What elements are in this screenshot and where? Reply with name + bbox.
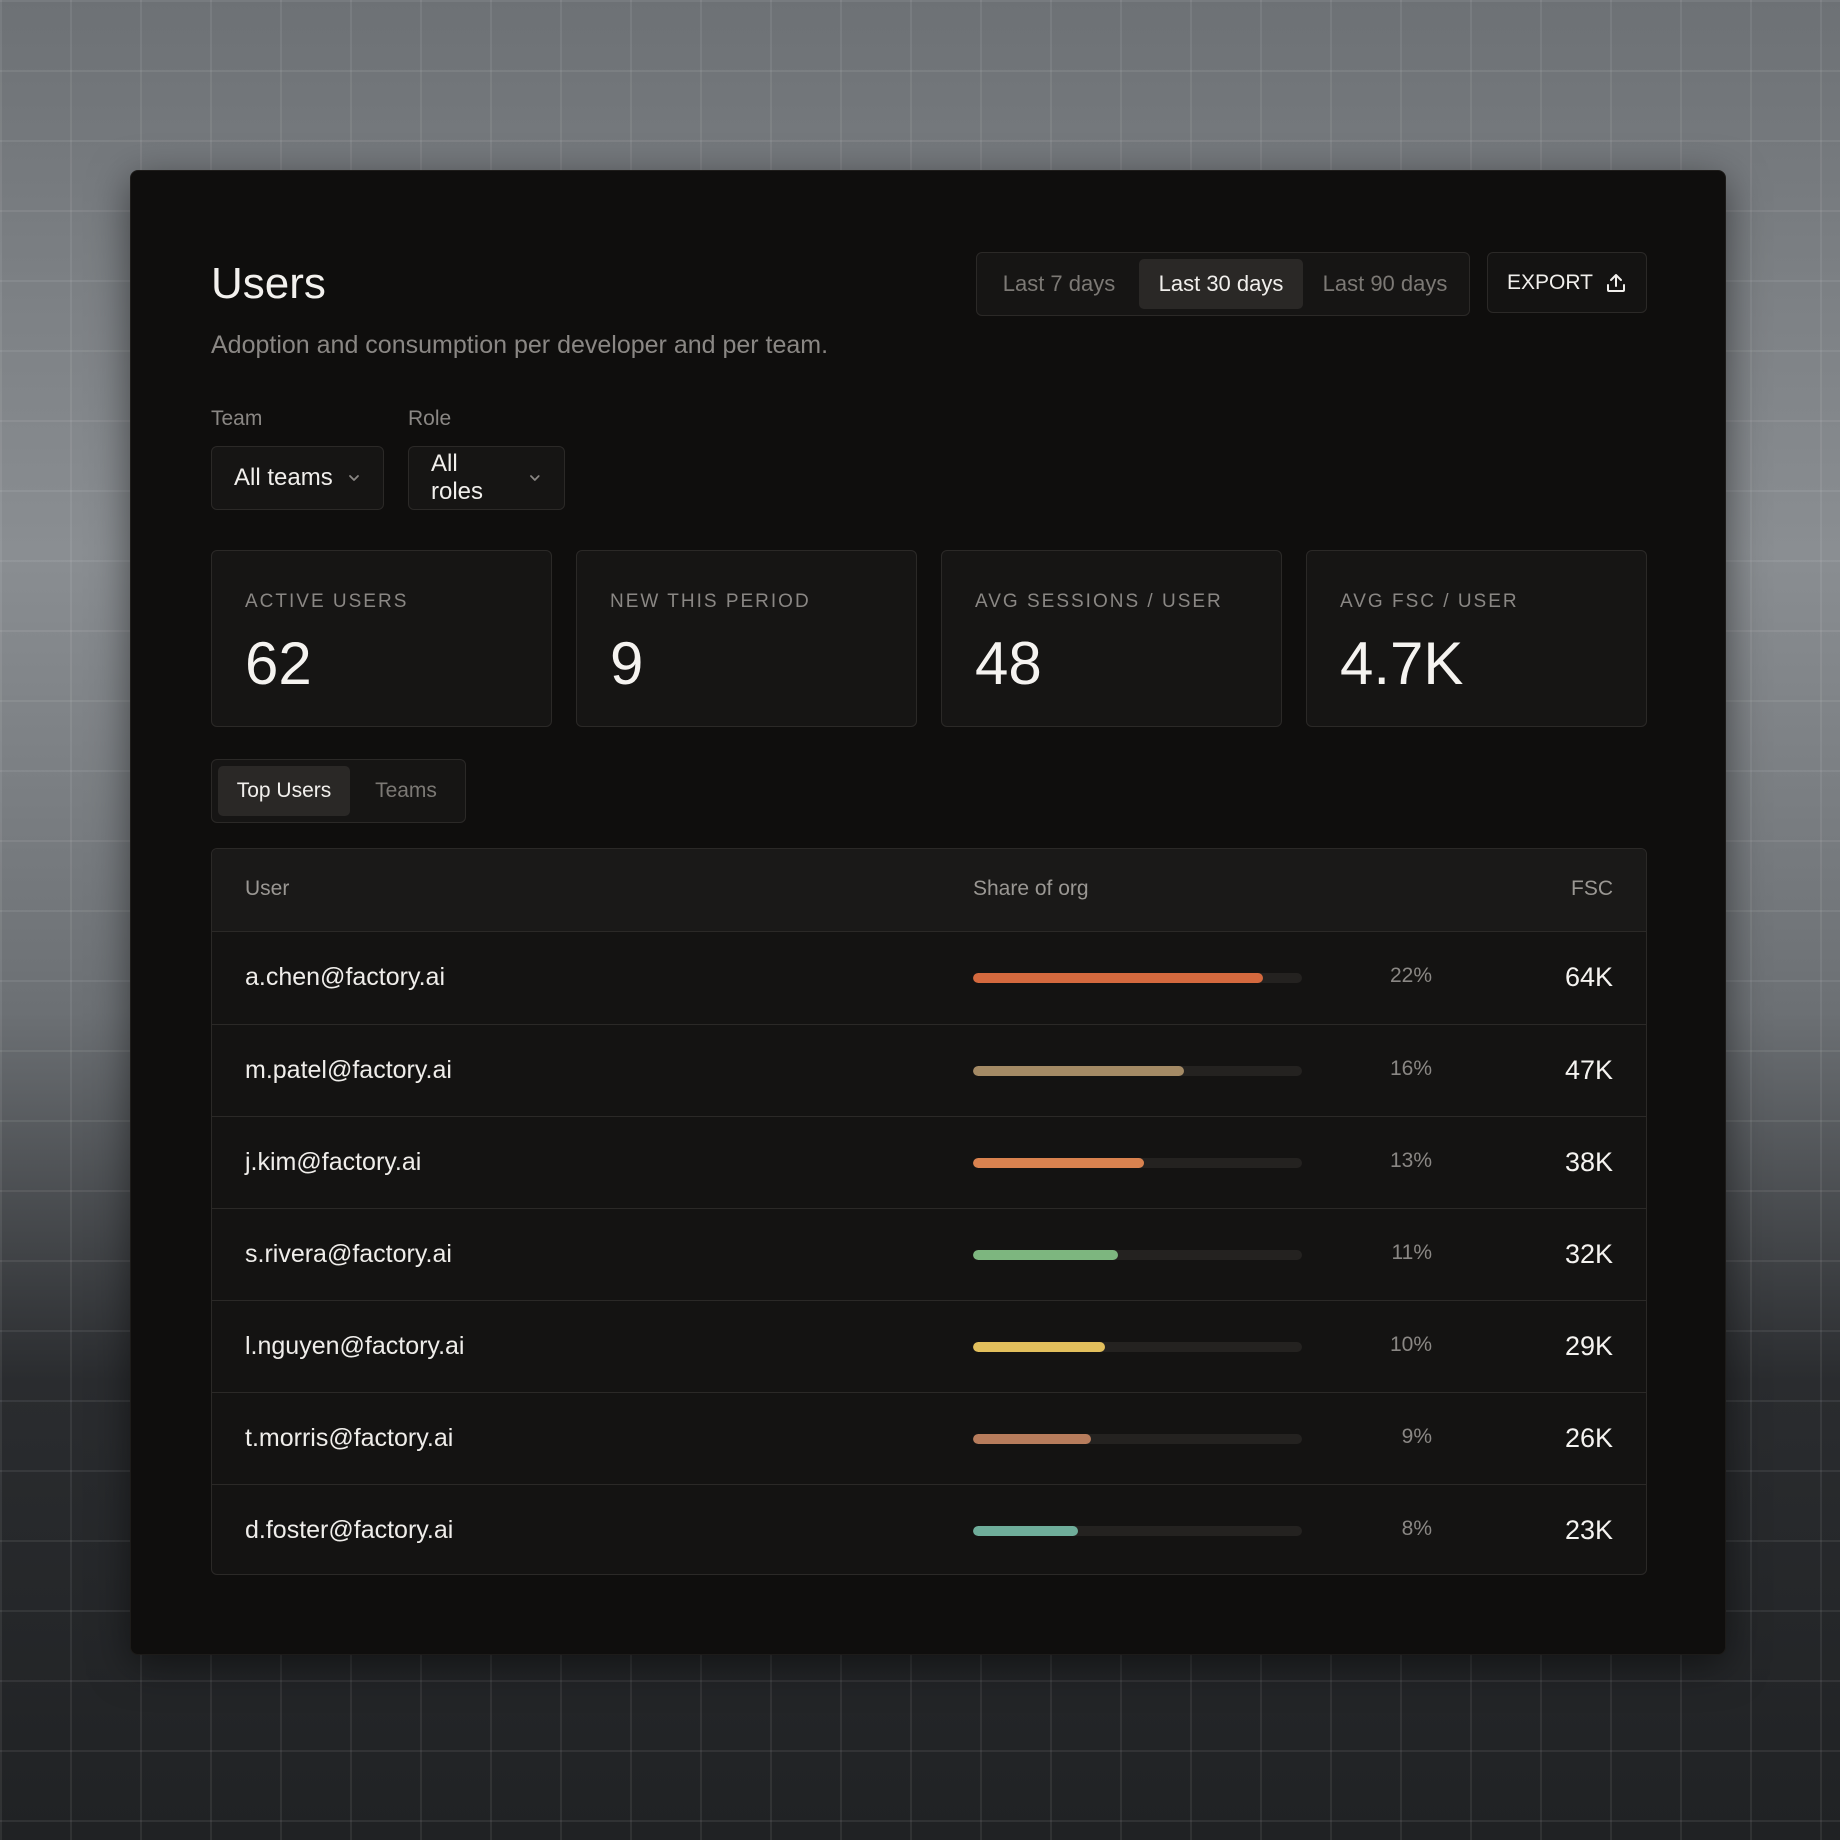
team-filter-label: Team — [211, 407, 263, 430]
table-row[interactable]: a.chen@factory.ai 22% 64K — [212, 932, 1646, 1024]
user-email: d.foster@factory.ai — [245, 1516, 454, 1544]
column-header-share[interactable]: Share of org — [973, 877, 1089, 901]
user-email: s.rivera@factory.ai — [245, 1240, 452, 1268]
share-bar-fill — [973, 1158, 1145, 1168]
share-bar — [973, 973, 1302, 983]
share-percent: 9% — [1401, 1425, 1432, 1448]
share-bar — [973, 1250, 1302, 1260]
stat-label: NEW THIS PERIOD — [610, 591, 811, 612]
view-tabs: Top Users Teams — [211, 759, 466, 823]
page-title: Users — [211, 259, 326, 308]
share-bar-fill — [973, 973, 1263, 983]
range-7-days-button[interactable]: Last 7 days — [983, 259, 1135, 309]
stat-value: 4.7K — [1340, 630, 1464, 697]
chevron-down-icon — [530, 475, 540, 481]
share-bar-fill — [973, 1066, 1184, 1076]
user-email: j.kim@factory.ai — [245, 1148, 422, 1176]
chevron-down-icon — [348, 475, 359, 481]
user-email: l.nguyen@factory.ai — [245, 1332, 465, 1360]
fsc-value: 38K — [1564, 1147, 1613, 1177]
share-percent: 16% — [1389, 1057, 1432, 1080]
stat-label: ACTIVE USERS — [245, 591, 409, 612]
fsc-value: 23K — [1564, 1515, 1613, 1545]
export-button[interactable]: EXPORT — [1487, 252, 1647, 313]
share-bar-fill — [973, 1250, 1118, 1260]
share-percent: 11% — [1391, 1241, 1432, 1264]
table-row[interactable]: s.rivera@factory.ai 11% 32K — [212, 1208, 1646, 1300]
share-bar-fill — [973, 1434, 1092, 1444]
stat-label: AVG SESSIONS / USER — [975, 591, 1223, 612]
date-range-selector: Last 7 days Last 30 days Last 90 days — [976, 252, 1470, 316]
team-select-value: All teams — [234, 464, 333, 491]
share-percent: 8% — [1401, 1517, 1432, 1540]
stat-value: 62 — [245, 630, 312, 697]
column-header-fsc[interactable]: FSC — [1571, 877, 1613, 901]
role-select[interactable]: All roles — [408, 446, 565, 510]
share-bar-fill — [973, 1342, 1105, 1352]
fsc-value: 29K — [1564, 1331, 1613, 1361]
stat-label: AVG FSC / USER — [1340, 591, 1519, 612]
share-percent: 13% — [1389, 1149, 1432, 1172]
stat-value: 9 — [610, 630, 644, 697]
column-header-user[interactable]: User — [245, 877, 289, 901]
share-bar-fill — [973, 1526, 1079, 1536]
tab-top-users[interactable]: Top Users — [218, 766, 350, 816]
share-bar — [973, 1342, 1302, 1352]
share-bar — [973, 1066, 1302, 1076]
share-bar — [973, 1434, 1302, 1444]
team-select[interactable]: All teams — [211, 446, 384, 510]
share-percent: 10% — [1389, 1333, 1432, 1356]
share-percent: 22% — [1389, 964, 1432, 987]
range-90-days-button[interactable]: Last 90 days — [1307, 259, 1463, 309]
fsc-value: 64K — [1564, 962, 1613, 992]
page-subtitle: Adoption and consumption per developer a… — [211, 331, 829, 359]
role-select-value: All roles — [431, 450, 484, 505]
share-bar — [973, 1158, 1302, 1168]
stat-card-new-this-period: NEW THIS PERIOD 9 — [576, 550, 917, 727]
table-row[interactable]: j.kim@factory.ai 13% 38K — [212, 1116, 1646, 1208]
table-row[interactable]: m.patel@factory.ai 16% 47K — [212, 1024, 1646, 1116]
user-email: t.morris@factory.ai — [245, 1424, 454, 1452]
role-filter-label: Role — [408, 407, 452, 430]
tab-teams[interactable]: Teams — [354, 766, 458, 816]
users-panel: Users Adoption and consumption per devel… — [130, 170, 1726, 1655]
table-header: User Share of org FSC — [212, 849, 1646, 932]
top-users-table: User Share of org FSC a.chen@factory.ai 2… — [211, 848, 1647, 1575]
fsc-value: 47K — [1564, 1055, 1613, 1085]
stat-card-avg-sessions: AVG SESSIONS / USER 48 — [941, 550, 1282, 727]
table-row[interactable]: t.morris@factory.ai 9% 26K — [212, 1392, 1646, 1484]
export-label: EXPORT — [1507, 270, 1593, 294]
stat-card-avg-fsc: AVG FSC / USER 4.7K — [1306, 550, 1647, 727]
table-row[interactable]: d.foster@factory.ai 8% 23K — [212, 1484, 1646, 1574]
fsc-value: 32K — [1564, 1239, 1613, 1269]
stat-value: 48 — [975, 630, 1042, 697]
table-row[interactable]: l.nguyen@factory.ai 10% 29K — [212, 1300, 1646, 1392]
range-30-days-button[interactable]: Last 30 days — [1139, 259, 1303, 309]
share-bar — [973, 1526, 1302, 1536]
user-email: m.patel@factory.ai — [245, 1056, 452, 1084]
stat-card-active-users: ACTIVE USERS 62 — [211, 550, 552, 727]
fsc-value: 26K — [1564, 1423, 1613, 1453]
user-email: a.chen@factory.ai — [245, 963, 446, 991]
upload-icon — [1606, 273, 1625, 292]
